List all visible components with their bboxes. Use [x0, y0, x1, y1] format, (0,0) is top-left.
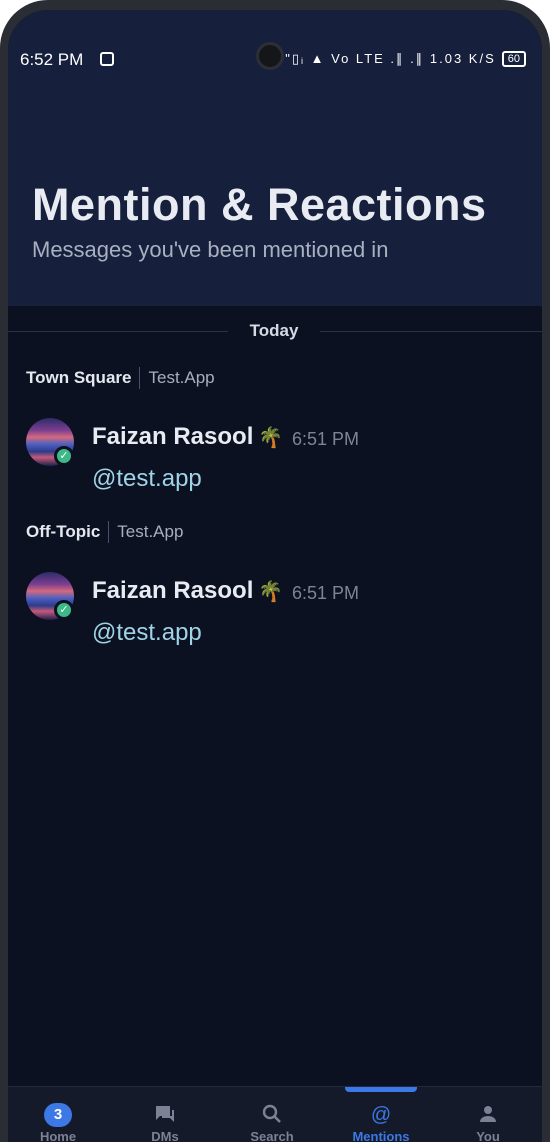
channel-name[interactable]: Town Square	[26, 368, 131, 388]
mentions-list[interactable]: Today Town Square Test.App ✓ Faizan Raso…	[8, 306, 542, 1086]
divider	[108, 521, 110, 543]
author-name[interactable]: Faizan Rasool	[92, 576, 253, 606]
palm-tree-icon: 🌴	[258, 581, 283, 603]
divider	[139, 367, 141, 389]
channel-name[interactable]: Off-Topic	[26, 522, 100, 542]
notification-icon	[100, 52, 114, 66]
front-camera	[256, 42, 284, 70]
person-icon	[474, 1103, 502, 1127]
author-name[interactable]: Faizan Rasool	[92, 422, 253, 452]
date-separator: Today	[8, 320, 542, 342]
chat-icon	[151, 1103, 179, 1127]
online-status-icon: ✓	[54, 600, 74, 620]
date-label: Today	[249, 321, 299, 340]
phone-frame: 6:52 PM "▯ᵢ ▲ Vo LTE .∥ .∥ 1.03 K/S 60 M…	[0, 0, 550, 1142]
mention-post[interactable]: ✓ Faizan Rasool 🌴 6:51 PM @test.app	[26, 418, 526, 498]
status-bar: 6:52 PM "▯ᵢ ▲ Vo LTE .∥ .∥ 1.03 K/S 60	[8, 10, 542, 70]
tab-search[interactable]: Search	[222, 1087, 322, 1142]
tab-label: DMs	[151, 1129, 179, 1142]
post-time: 6:51 PM	[292, 583, 360, 603]
page-title: Mention & Reactions	[32, 179, 487, 230]
palm-tree-icon: 🌴	[258, 427, 283, 449]
page-subtitle: Messages you've been mentioned in	[32, 237, 389, 262]
team-name: Test.App	[148, 368, 215, 387]
tab-label: Mentions	[352, 1129, 410, 1142]
team-name: Test.App	[117, 522, 184, 541]
bottom-tab-bar: 3 Home DMs Search @ Mentions You	[8, 1086, 542, 1142]
status-indicators: "▯ᵢ ▲ Vo LTE .∥ .∥ 1.03 K/S 60	[285, 50, 526, 68]
online-status-icon: ✓	[54, 446, 74, 466]
at-icon: @	[370, 1104, 392, 1126]
battery-icon: 60	[501, 51, 526, 67]
signal-icons: "▯ᵢ ▲ Vo LTE .∥ .∥ 1.03 K/S	[285, 51, 496, 66]
mention-text[interactable]: @test.app	[92, 618, 202, 648]
home-badge: 3	[44, 1103, 72, 1127]
mention-text[interactable]: @test.app	[92, 464, 202, 494]
tab-mentions[interactable]: @ Mentions	[331, 1087, 431, 1142]
tab-dms[interactable]: DMs	[115, 1087, 215, 1142]
channel-header[interactable]: Town Square Test.App	[26, 366, 215, 390]
tab-label: Search	[250, 1129, 294, 1142]
tab-label: Home	[39, 1129, 77, 1142]
mention-post[interactable]: ✓ Faizan Rasool 🌴 6:51 PM @test.app	[26, 572, 526, 652]
channel-header[interactable]: Off-Topic Test.App	[26, 520, 183, 544]
divider	[8, 331, 228, 332]
status-time: 6:52 PM	[20, 50, 84, 69]
post-time: 6:51 PM	[292, 429, 360, 449]
tab-you[interactable]: You	[438, 1087, 538, 1142]
tab-label: You	[476, 1129, 500, 1142]
tab-home[interactable]: 3 Home	[8, 1087, 108, 1142]
search-icon	[258, 1103, 286, 1127]
header: 6:52 PM "▯ᵢ ▲ Vo LTE .∥ .∥ 1.03 K/S 60 M…	[8, 10, 542, 306]
divider	[320, 331, 542, 332]
app-screen: 6:52 PM "▯ᵢ ▲ Vo LTE .∥ .∥ 1.03 K/S 60 M…	[8, 10, 542, 1142]
